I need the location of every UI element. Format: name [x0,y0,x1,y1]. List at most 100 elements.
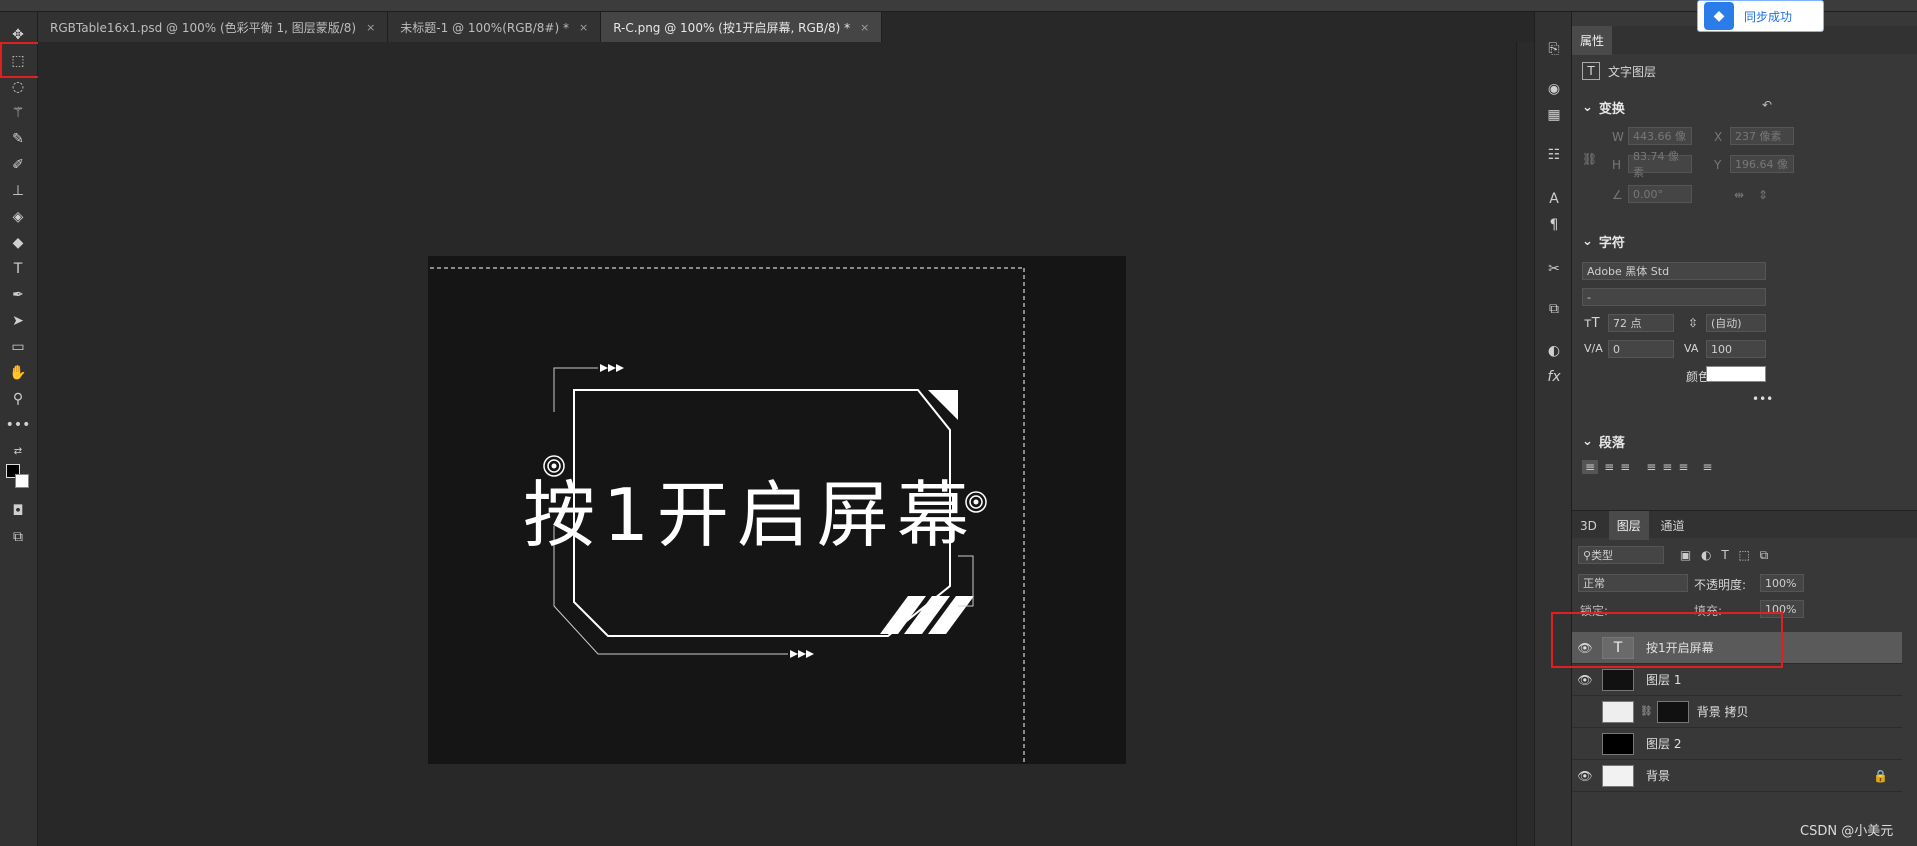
brush-icon[interactable]: ✐ [5,154,31,176]
angle-icon: ∠ [1612,188,1623,202]
leading-field[interactable]: (自动) [1706,314,1766,332]
filter-adjust-icon[interactable]: ◐ [1701,548,1711,562]
flip-vertical-icon[interactable]: ⇕ [1758,188,1768,202]
canvas-scrollbar[interactable] [1516,42,1534,846]
text-color-swatch[interactable] [1706,366,1766,382]
layer-name[interactable]: 图层 1 [1646,671,1681,688]
reset-icon[interactable]: ↶ [1762,98,1772,112]
filter-shape-icon[interactable]: ⬚ [1738,548,1749,562]
magic-wand-icon[interactable]: ⚚ [5,102,31,124]
layer-filter-select[interactable]: ⚲ 类型 [1578,546,1664,564]
paint-bucket-icon[interactable]: ◆ [5,232,31,254]
close-icon[interactable]: × [860,21,869,34]
tab-channels[interactable]: 通道 [1653,511,1693,540]
layer-row[interactable]: ⛓ 背景 拷贝 [1572,696,1902,728]
filter-text-icon[interactable]: T [1721,548,1728,562]
justify-all-icon[interactable]: ≡ [1702,460,1712,474]
pen-icon[interactable]: ✒ [5,284,31,306]
path-select-icon[interactable]: ➤ [5,310,31,332]
justify-left-icon[interactable]: ≡ [1646,460,1656,474]
layer-name[interactable]: 背景 拷贝 [1697,703,1749,720]
clone-source-icon[interactable]: ⧉ [1541,298,1567,320]
screen-mode-icon[interactable]: ⧉ [5,526,31,548]
libraries-icon[interactable]: ☷ [1541,144,1567,166]
y-label: Y [1714,158,1722,172]
layer-row[interactable]: 图层 2 [1572,728,1902,760]
layer-name[interactable]: 图层 2 [1646,735,1681,752]
opacity-label: 不透明度: [1694,578,1747,592]
tools-panel: ✥ ⬚ ◌ ⚚ ✎ ✐ ⊥ ◈ ◆ T ✒ ➤ ▭ ✋ ⚲ ••• ⇄ ◘ ⧉ [0,12,38,846]
w-field[interactable]: 443.66 像 [1628,127,1692,145]
tab-properties[interactable]: 属性 [1572,26,1613,55]
document-canvas[interactable]: 按1开启屏幕 [428,256,1126,764]
tools-panel-icon[interactable]: ✂ [1541,258,1567,280]
kerning-field[interactable]: 0 [1608,340,1674,358]
layer-thumbnail [1602,700,1634,723]
flip-horizontal-icon[interactable]: ⇹ [1734,188,1744,202]
layer-row[interactable]: 👁 图层 1 [1572,664,1902,696]
angle-field[interactable]: 0.00° [1628,185,1692,203]
align-left-icon[interactable]: ≡ [1582,460,1599,474]
quickmask-icon[interactable]: ◘ [5,500,31,522]
eye-icon[interactable]: 👁 [1572,673,1598,687]
doc-tab-rgbtable[interactable]: RGBTable16x1.psd @ 100% (色彩平衡 1, 图层蒙版/8)… [38,12,389,42]
tracking-field[interactable]: 100 [1706,340,1766,358]
paragraph-panel-icon[interactable]: ¶ [1541,214,1567,236]
history-icon[interactable]: ⎘ [1541,38,1567,60]
opacity-field[interactable]: 100% [1760,574,1804,592]
layer-type-label: 文字图层 [1608,64,1657,79]
hand-icon[interactable]: ✋ [5,362,31,384]
justify-right-icon[interactable]: ≡ [1678,460,1688,474]
type-icon[interactable]: T [5,258,31,280]
eye-icon[interactable]: 👁 [1572,769,1598,783]
transform-fields: ⛓ W 443.66 像 X 237 像素 H 83.74 像素 Y 196.6… [1582,124,1912,224]
doc-tab-rc-png[interactable]: R-C.png @ 100% (按1开启屏幕, RGB/8) * × [601,12,883,42]
canvas-text-layer[interactable]: 按1开启屏幕 [410,456,1090,561]
canvas-area[interactable]: 按1开启屏幕 [38,42,1516,846]
lasso-icon[interactable]: ◌ [5,76,31,98]
blend-mode-select[interactable]: 正常 [1578,574,1688,592]
filter-label: 类型 [1591,549,1614,562]
text-layer-icon: T [1582,62,1600,80]
transform-section[interactable]: ⌄ 变换 [1582,98,1625,117]
swap-colors-icon[interactable]: ⇄ [5,440,31,462]
color-palette-icon[interactable]: ◉ [1541,78,1567,100]
more-icon[interactable]: ••• [5,414,31,436]
filter-smart-icon[interactable]: ⧉ [1760,548,1769,562]
paragraph-section[interactable]: ⌄ 段落 [1582,432,1625,451]
align-center-icon[interactable]: ≡ [1604,460,1614,474]
justify-center-icon[interactable]: ≡ [1662,460,1672,474]
stamp-icon[interactable]: ⊥ [5,180,31,202]
y-field[interactable]: 196.64 像 [1730,155,1794,173]
doc-tab-label: RGBTable16x1.psd @ 100% (色彩平衡 1, 图层蒙版/8) [50,20,357,35]
more-options-icon[interactable]: ••• [1752,392,1773,406]
eraser-icon[interactable]: ◈ [5,206,31,228]
font-size-field[interactable]: 72 点 [1608,314,1674,332]
link-icon[interactable]: ⛓ [1582,152,1597,166]
adjustments-icon[interactable]: ◐ [1541,340,1567,362]
h-field[interactable]: 83.74 像素 [1628,150,1692,179]
layer-thumbnail [1602,764,1634,787]
character-panel-icon[interactable]: A [1541,188,1567,210]
font-family-select[interactable]: Adobe 黑体 Std [1582,262,1766,280]
doc-tab-label: 未标题-1 @ 100%(RGB/8#) * [400,20,569,35]
rectangle-icon[interactable]: ▭ [5,336,31,358]
layer-name[interactable]: 背景 [1646,767,1670,784]
align-right-icon[interactable]: ≡ [1620,460,1630,474]
tab-3d[interactable]: 3D [1572,513,1605,539]
doc-tab-untitled[interactable]: 未标题-1 @ 100%(RGB/8#) * × [388,12,602,42]
layer-row[interactable]: 👁 背景 🔒 [1572,760,1902,792]
layers-tabbar: 3D 图层 通道 [1572,510,1917,540]
swatches-icon[interactable]: ▦ [1541,104,1567,126]
background-color-icon[interactable] [15,474,29,488]
character-section[interactable]: ⌄ 字符 [1582,232,1625,251]
fx-styles-icon[interactable]: fx [1541,366,1567,388]
zoom-icon[interactable]: ⚲ [5,388,31,410]
eyedropper-icon[interactable]: ✎ [5,128,31,150]
tab-layers[interactable]: 图层 [1608,511,1649,540]
font-style-select[interactable]: - [1582,288,1766,306]
x-field[interactable]: 237 像素 [1730,127,1794,145]
close-icon[interactable]: × [579,21,588,34]
close-icon[interactable]: × [366,21,375,34]
filter-pixel-icon[interactable]: ▣ [1680,548,1691,562]
